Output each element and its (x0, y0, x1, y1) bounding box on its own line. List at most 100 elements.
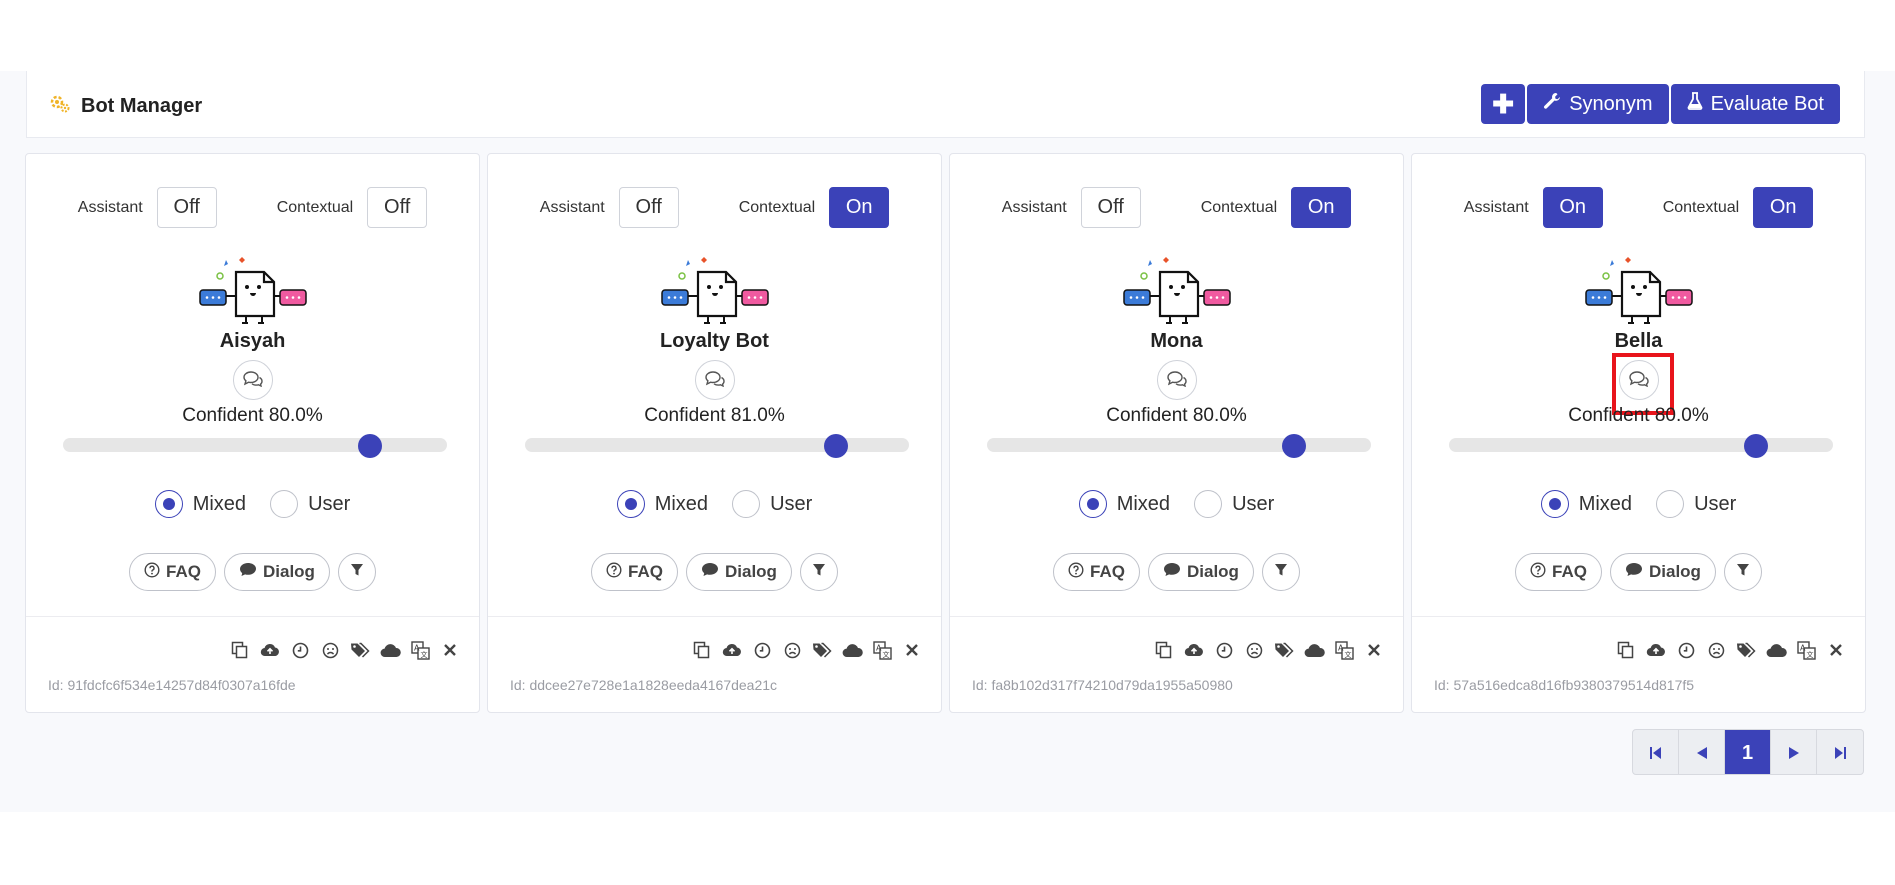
tags-icon[interactable] (1735, 639, 1757, 661)
confidence-slider[interactable] (987, 434, 1371, 458)
cloud-icon[interactable] (379, 639, 401, 661)
radio-user-circle[interactable] (732, 490, 761, 518)
radio-mixed[interactable]: Mixed (1540, 490, 1632, 518)
assistant-toggle[interactable]: Off (618, 187, 679, 228)
confidence-text: Confident 80.0% (1106, 405, 1247, 426)
card-footer-icons: A文 (229, 639, 461, 661)
close-icon[interactable] (439, 639, 461, 661)
radio-user-circle[interactable] (1656, 490, 1685, 518)
bot-actions: FAQ Dialog (488, 553, 941, 591)
cloud-upload-icon[interactable] (721, 639, 743, 661)
next-page-button[interactable] (1771, 730, 1817, 774)
add-bot-button[interactable]: ✚ (1481, 84, 1526, 124)
confidence-slider[interactable] (63, 434, 447, 458)
assistant-toggle[interactable]: Off (156, 187, 217, 228)
cloud-icon[interactable] (1765, 639, 1787, 661)
close-icon[interactable] (1825, 639, 1847, 661)
radio-user[interactable]: User (270, 490, 350, 518)
radio-user[interactable]: User (1194, 490, 1274, 518)
translate-icon[interactable]: A文 (1333, 639, 1355, 661)
frown-icon[interactable] (781, 639, 803, 661)
tags-icon[interactable] (349, 639, 371, 661)
radio-mixed[interactable]: Mixed (616, 490, 708, 518)
close-icon[interactable] (901, 639, 923, 661)
bot-id: Id: 91fdcfc6f534e14257d84f0307a16fde (48, 677, 296, 693)
faq-button[interactable]: FAQ (1515, 553, 1602, 591)
confidence-text: Confident 80.0% (182, 405, 323, 426)
frown-icon[interactable] (1705, 639, 1727, 661)
confidence-slider[interactable] (1449, 434, 1833, 458)
dialog-button[interactable]: Dialog (1610, 553, 1716, 591)
chat-button[interactable] (694, 360, 735, 400)
last-page-button[interactable] (1817, 730, 1863, 774)
radio-user[interactable]: User (732, 490, 812, 518)
radio-mixed[interactable]: Mixed (154, 490, 246, 518)
page-number-button[interactable]: 1 (1725, 730, 1771, 774)
faq-button[interactable]: FAQ (1053, 553, 1140, 591)
frown-icon[interactable] (1243, 639, 1265, 661)
cloud-upload-icon[interactable] (1183, 639, 1205, 661)
dialog-button[interactable]: Dialog (224, 553, 330, 591)
mode-radio-group: Mixed User (488, 490, 941, 518)
synonym-button[interactable]: Synonym (1527, 84, 1669, 124)
radio-mixed-circle[interactable] (154, 490, 183, 518)
contextual-toggle[interactable]: On (1753, 187, 1814, 228)
chat-button[interactable] (232, 360, 273, 400)
radio-user-circle[interactable] (1194, 490, 1223, 518)
clock-icon[interactable] (751, 639, 773, 661)
radio-mixed-circle[interactable] (1078, 490, 1107, 518)
confidence-slider[interactable] (525, 434, 909, 458)
question-circle-icon (144, 561, 160, 583)
contextual-toggle[interactable]: On (1291, 187, 1352, 228)
confidence-slider-thumb[interactable] (358, 434, 383, 458)
cloud-upload-icon[interactable] (259, 639, 281, 661)
copy-icon[interactable] (691, 639, 713, 661)
confidence-slider-thumb[interactable] (1282, 434, 1307, 458)
translate-icon[interactable]: A文 (409, 639, 431, 661)
filter-button[interactable] (337, 553, 376, 591)
assistant-toggle-group: Assistant On (1464, 187, 1603, 228)
cloud-icon[interactable] (841, 639, 863, 661)
radio-mixed-circle[interactable] (616, 490, 645, 518)
first-page-button[interactable] (1633, 730, 1679, 774)
copy-icon[interactable] (229, 639, 251, 661)
close-icon[interactable] (1363, 639, 1385, 661)
radio-mixed-circle[interactable] (1540, 490, 1569, 518)
confidence-slider-thumb[interactable] (824, 434, 849, 458)
assistant-toggle[interactable]: On (1542, 187, 1603, 228)
dialog-button[interactable]: Dialog (1148, 553, 1254, 591)
clock-icon[interactable] (1675, 639, 1697, 661)
translate-icon[interactable]: A文 (871, 639, 893, 661)
previous-page-button[interactable] (1679, 730, 1725, 774)
filter-button[interactable] (799, 553, 838, 591)
confidence-slider-thumb[interactable] (1744, 434, 1769, 458)
cloud-upload-icon[interactable] (1645, 639, 1667, 661)
bot-card: Assistant Off Contextual Off Aisyah Conf… (25, 153, 480, 713)
assistant-toggle[interactable]: Off (1080, 187, 1141, 228)
chat-button[interactable] (1611, 353, 1674, 415)
faq-button[interactable]: FAQ (129, 553, 216, 591)
contextual-toggle[interactable]: On (829, 187, 890, 228)
copy-icon[interactable] (1153, 639, 1175, 661)
dialog-button[interactable]: Dialog (686, 553, 792, 591)
faq-button[interactable]: FAQ (591, 553, 678, 591)
frown-icon[interactable] (319, 639, 341, 661)
radio-user-label: User (1232, 492, 1275, 515)
radio-user-circle[interactable] (270, 490, 299, 518)
filter-button[interactable] (1723, 553, 1762, 591)
copy-icon[interactable] (1615, 639, 1637, 661)
pagination: 1 (1632, 729, 1864, 775)
radio-mixed[interactable]: Mixed (1078, 490, 1170, 518)
comments-icon (704, 370, 725, 390)
cloud-icon[interactable] (1303, 639, 1325, 661)
chat-button[interactable] (1156, 360, 1197, 400)
clock-icon[interactable] (289, 639, 311, 661)
contextual-toggle[interactable]: Off (367, 187, 428, 228)
filter-button[interactable] (1261, 553, 1300, 591)
evaluate-bot-button[interactable]: Evaluate Bot (1670, 84, 1840, 124)
clock-icon[interactable] (1213, 639, 1235, 661)
tags-icon[interactable] (1273, 639, 1295, 661)
radio-user[interactable]: User (1656, 490, 1736, 518)
tags-icon[interactable] (811, 639, 833, 661)
translate-icon[interactable]: A文 (1795, 639, 1817, 661)
